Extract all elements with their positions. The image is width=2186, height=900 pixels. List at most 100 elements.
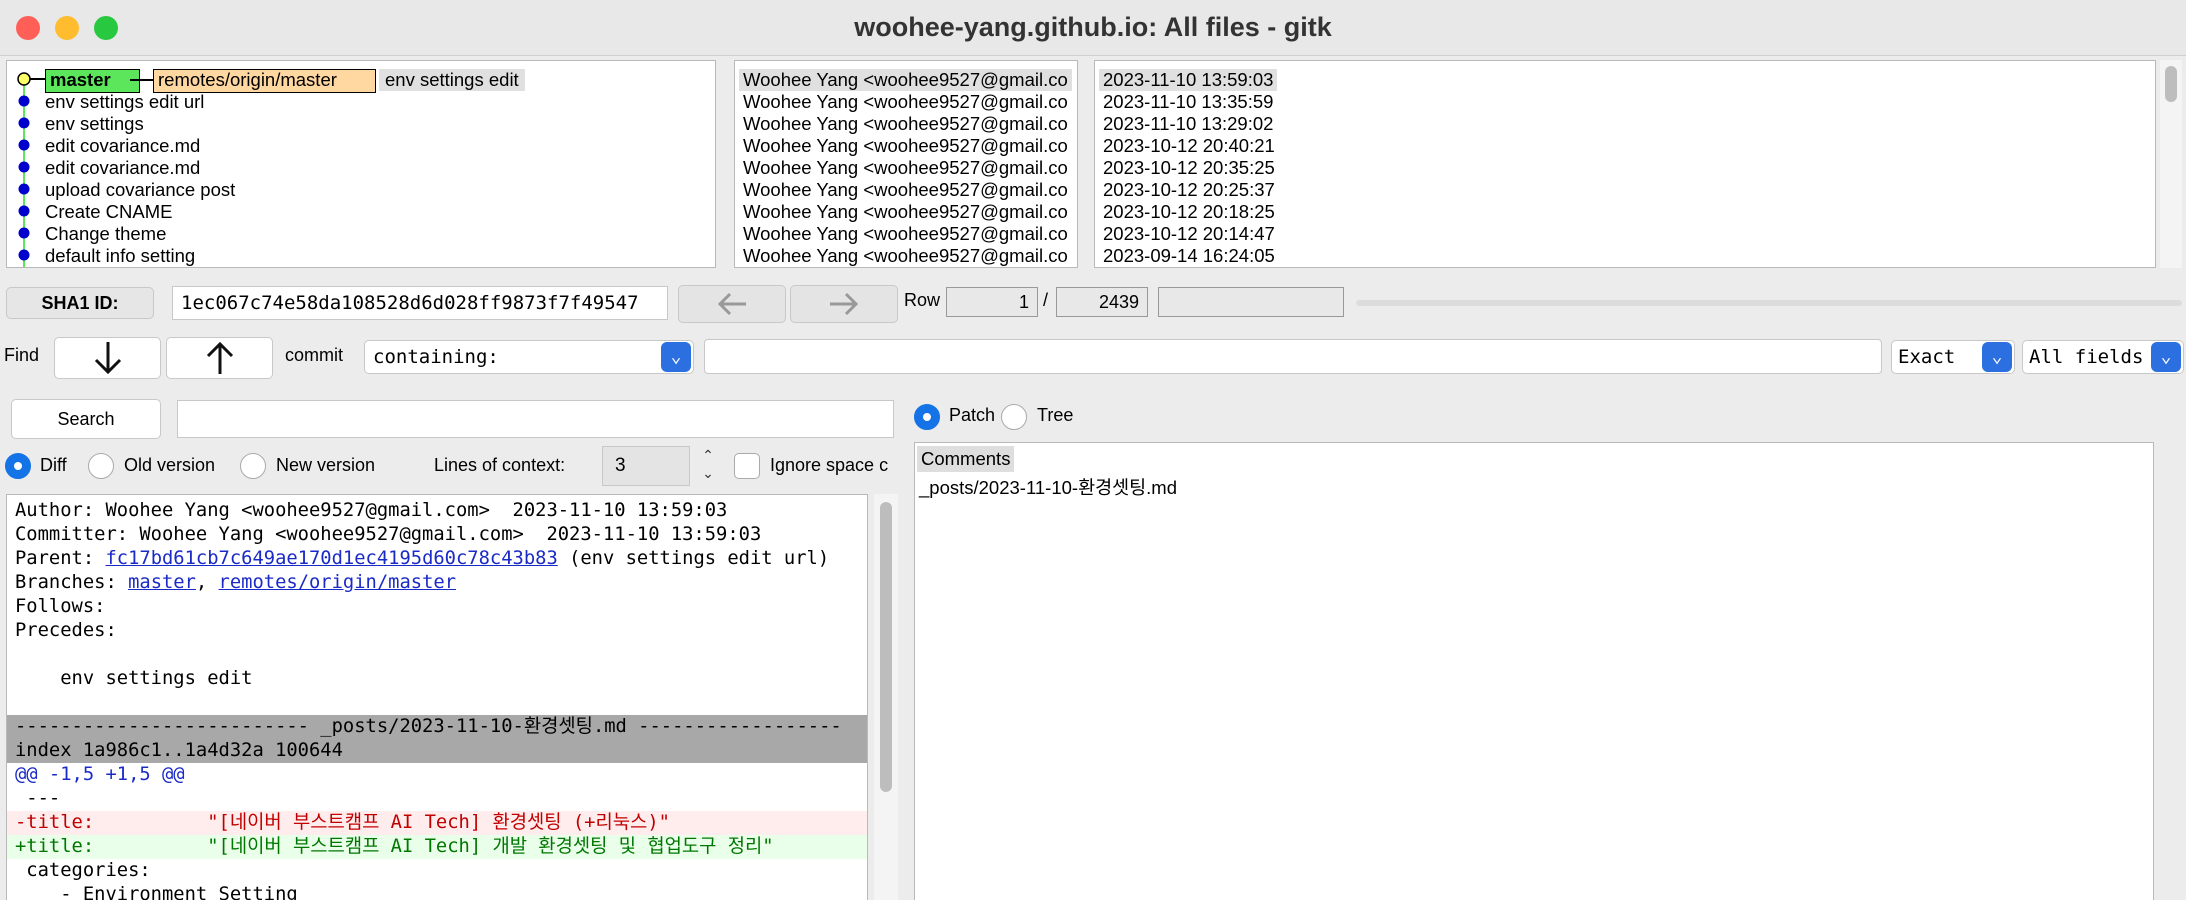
branch-link-master[interactable]: master xyxy=(128,572,196,593)
file-item[interactable]: _posts/2023-11-10-환경셋팅.md xyxy=(919,474,1177,500)
commit-message-selected[interactable]: env settings edit xyxy=(379,69,525,91)
commit-message-item[interactable]: env settings xyxy=(45,113,144,135)
commit-message-item[interactable]: upload covariance post xyxy=(45,179,235,201)
commit-date-item[interactable]: 2023-10-12 20:40:21 xyxy=(1099,135,1279,157)
find-fields-select[interactable]: All fields ⌄ xyxy=(2022,340,2184,374)
progress-field xyxy=(1158,287,1344,317)
forward-button[interactable] xyxy=(790,285,898,323)
ignore-space-label: Ignore space c xyxy=(770,455,888,475)
find-next-button[interactable] xyxy=(54,337,161,379)
back-button[interactable] xyxy=(678,285,786,323)
search-input[interactable] xyxy=(177,400,894,438)
commit-date-item[interactable]: 2023-10-12 20:18:25 xyxy=(1099,201,1279,223)
commit-node xyxy=(18,95,30,107)
sha1-id-button[interactable]: SHA1 ID: xyxy=(6,287,154,319)
file-list-pane[interactable]: Comments _posts/2023-11-10-환경셋팅.md xyxy=(914,442,2154,900)
tree-radio[interactable] xyxy=(1001,404,1027,430)
lines-of-context-label: Lines of context: xyxy=(434,455,566,475)
commit-message-item[interactable]: edit covariance.md xyxy=(45,135,200,157)
commit-date-item[interactable]: 2023-11-10 13:29:02 xyxy=(1099,113,1277,135)
commit-author-item[interactable]: Woohee Yang <woohee9527@gmail.co xyxy=(739,91,1072,113)
commit-date-item[interactable]: 2023-11-10 13:35:59 xyxy=(1099,91,1277,113)
row-current-field[interactable]: 1 xyxy=(946,287,1038,317)
commit-node xyxy=(18,183,30,195)
diff-radio[interactable] xyxy=(5,453,31,479)
commit-author-item[interactable]: Woohee Yang <woohee9527@gmail.co xyxy=(739,113,1072,135)
scrollbar-thumb[interactable] xyxy=(880,502,892,792)
chevron-down-icon: ⌄ xyxy=(1982,342,2012,372)
branch-tag-remote[interactable]: remotes/origin/master xyxy=(153,69,376,93)
commit-message-pane[interactable]: master remotes/origin/master env setting… xyxy=(6,60,716,268)
find-previous-button[interactable] xyxy=(166,337,273,379)
commit-date-item[interactable]: 2023-10-12 20:25:37 xyxy=(1099,179,1279,201)
find-type-select[interactable]: containing: ⌄ xyxy=(364,340,694,374)
commit-date-item[interactable]: 2023-10-12 20:14:47 xyxy=(1099,223,1279,245)
context-line: --- xyxy=(15,788,61,809)
commit-date-pane[interactable]: 2023-11-10 13:59:03 2023-11-10 13:35:59 20… xyxy=(1094,60,2156,268)
commit-date-item[interactable]: 2023-10-12 20:35:25 xyxy=(1099,157,1279,179)
commit-node xyxy=(18,117,30,129)
chevron-down-icon: ⌄ xyxy=(2151,342,2181,372)
old-version-radio[interactable] xyxy=(88,453,114,479)
sha1-id-field[interactable]: 1ec067c74e58da108528d6d028ff9873f7f49547 xyxy=(172,286,668,320)
commit-message-item[interactable]: default info setting xyxy=(45,245,195,267)
commit-date-item[interactable]: 2023-11-10 13:59:03 xyxy=(1099,69,1278,91)
parent-suffix: (env settings edit url) xyxy=(557,548,830,569)
new-version-radio[interactable] xyxy=(240,453,266,479)
commit-author-item[interactable]: Woohee Yang <woohee9527@gmail.co xyxy=(739,179,1072,201)
commit-node xyxy=(18,161,30,173)
old-version-label: Old version xyxy=(124,455,216,475)
lines-of-context-stepper[interactable]: ⌃ ⌄ xyxy=(697,446,719,484)
branch-link-remote[interactable]: remotes/origin/master xyxy=(219,572,456,593)
branch-tag-master[interactable]: master xyxy=(45,69,140,93)
row-total-field: 2439 xyxy=(1056,287,1148,317)
commit-author-item[interactable]: Woohee Yang <woohee9527@gmail.co xyxy=(739,135,1072,157)
commit-message-item[interactable]: env settings edit url xyxy=(45,91,204,113)
committer-line: Committer: Woohee Yang <woohee9527@gmail… xyxy=(15,524,762,545)
find-match-value: Exact xyxy=(1898,346,1956,368)
commit-author-item[interactable]: Woohee Yang <woohee9527@gmail.co xyxy=(739,157,1072,179)
commit-message-item[interactable]: Create CNAME xyxy=(45,201,172,223)
context-line: categories: xyxy=(15,860,151,881)
comments-header[interactable]: Comments xyxy=(917,446,1015,472)
find-match-select[interactable]: Exact ⌄ xyxy=(1891,340,2015,374)
find-text-input[interactable] xyxy=(704,339,1882,374)
commit-author-item[interactable]: Woohee Yang <woohee9527@gmail.co xyxy=(739,245,1072,267)
patch-radio[interactable] xyxy=(914,404,940,430)
follows-line: Follows: xyxy=(15,596,106,617)
author-line: Author: Woohee Yang <woohee9527@gmail.co… xyxy=(15,500,728,521)
commit-details-pane[interactable]: Author: Woohee Yang <woohee9527@gmail.co… xyxy=(6,494,868,900)
arrow-up-icon xyxy=(206,341,233,374)
search-button[interactable]: Search xyxy=(11,399,161,439)
commit-author-item[interactable]: Woohee Yang <woohee9527@gmail.co xyxy=(739,201,1072,223)
commit-node xyxy=(18,249,30,261)
branches-prefix: Branches: xyxy=(15,572,129,593)
title-bar: woohee-yang.github.io: All files - gitk xyxy=(0,0,2186,56)
commit-author-pane[interactable]: Woohee Yang <woohee9527@gmail.co Woohee Y… xyxy=(734,60,1078,268)
commit-message-item[interactable]: Change theme xyxy=(45,223,166,245)
commit-list-scrollbar[interactable] xyxy=(2160,60,2182,268)
commit-author-item[interactable]: Woohee Yang <woohee9527@gmail.co xyxy=(739,223,1072,245)
context-line: - Environment Setting xyxy=(15,884,298,900)
ignore-space-checkbox[interactable] xyxy=(734,453,760,479)
hunk-header: @@ -1,5 +1,5 @@ xyxy=(15,764,185,785)
find-label: Find xyxy=(4,345,40,365)
lines-of-context-input[interactable]: 3 xyxy=(602,446,690,486)
find-type-value: containing: xyxy=(373,346,499,368)
branches-line: Branches: master, remotes/origin/master xyxy=(7,571,867,595)
commit-node xyxy=(18,139,30,151)
parent-sha-link[interactable]: fc17bd61cb7c649ae170d1ec4195d60c78c43b83 xyxy=(105,548,557,569)
find-commit-label: commit xyxy=(285,345,343,365)
commit-date-item[interactable]: 2023-09-14 16:24:05 xyxy=(1099,245,1279,267)
scrollbar-thumb[interactable] xyxy=(2165,66,2177,102)
commit-author-item[interactable]: Woohee Yang <woohee9527@gmail.co xyxy=(739,69,1072,91)
arrow-down-icon xyxy=(94,342,121,375)
diff-label: Diff xyxy=(40,455,67,475)
new-version-label: New version xyxy=(276,455,376,475)
added-line: +title: "[네이버 부스트캠프 AI Tech] 개발 환경셋팅 및 협… xyxy=(7,835,867,859)
parent-prefix: Parent: xyxy=(15,548,106,569)
chevron-down-icon: ⌄ xyxy=(661,342,691,372)
details-scrollbar[interactable] xyxy=(874,494,898,900)
commit-graph xyxy=(17,72,47,267)
commit-message-item[interactable]: edit covariance.md xyxy=(45,157,200,179)
